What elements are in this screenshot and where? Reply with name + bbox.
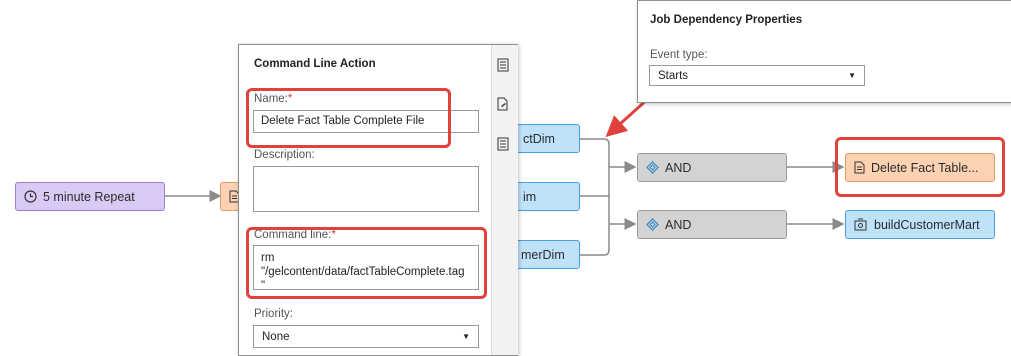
diamond-icon <box>646 218 659 231</box>
gate-label: AND <box>665 160 692 175</box>
and-gate-1[interactable]: AND <box>637 153 787 182</box>
highlight-name-field <box>246 88 451 148</box>
chevron-down-icon: ▼ <box>848 71 856 80</box>
diamond-icon <box>646 161 659 174</box>
node-label: buildCustomerMart <box>874 217 980 232</box>
clock-icon <box>24 190 37 203</box>
event-type-select[interactable]: Starts ▼ <box>649 65 865 86</box>
build-customer-mart-node[interactable]: buildCustomerMart <box>845 210 995 239</box>
highlight-delete-node <box>835 137 1005 197</box>
gate-label: AND <box>665 217 692 232</box>
priority-select[interactable]: None ▼ <box>253 325 479 348</box>
job-dependency-properties-panel: Job Dependency Properties Event type: St… <box>637 0 1011 103</box>
properties-icon[interactable] <box>496 58 510 75</box>
priority-value: None <box>262 330 290 343</box>
description-field[interactable] <box>253 166 479 212</box>
job-node-label: im <box>523 189 537 204</box>
chevron-down-icon: ▼ <box>462 332 470 341</box>
details-icon[interactable] <box>496 137 510 154</box>
edit-document-icon[interactable] <box>496 97 510 114</box>
panel-sidebar <box>491 45 518 355</box>
timer-node-label: 5 minute Repeat <box>43 189 135 204</box>
timer-node-5-minute-repeat[interactable]: 5 minute Repeat <box>15 182 165 211</box>
description-label: Description: <box>254 149 315 161</box>
jobs-merge-line <box>580 138 610 256</box>
command-line-action-panel: Command Line Action Name:* Delete Fact T… <box>238 44 518 356</box>
job-node-label: merDim <box>521 247 565 262</box>
job-gear-icon <box>854 218 868 231</box>
event-type-value: Starts <box>658 69 689 82</box>
job-node-label: ctDim <box>523 131 555 146</box>
event-type-label: Event type: <box>650 49 708 61</box>
panel-title: Command Line Action <box>254 58 376 70</box>
highlight-command-line <box>246 227 487 299</box>
priority-label: Priority: <box>254 308 293 320</box>
dependency-panel-title: Job Dependency Properties <box>650 14 803 26</box>
and-gate-2[interactable]: AND <box>637 210 787 239</box>
